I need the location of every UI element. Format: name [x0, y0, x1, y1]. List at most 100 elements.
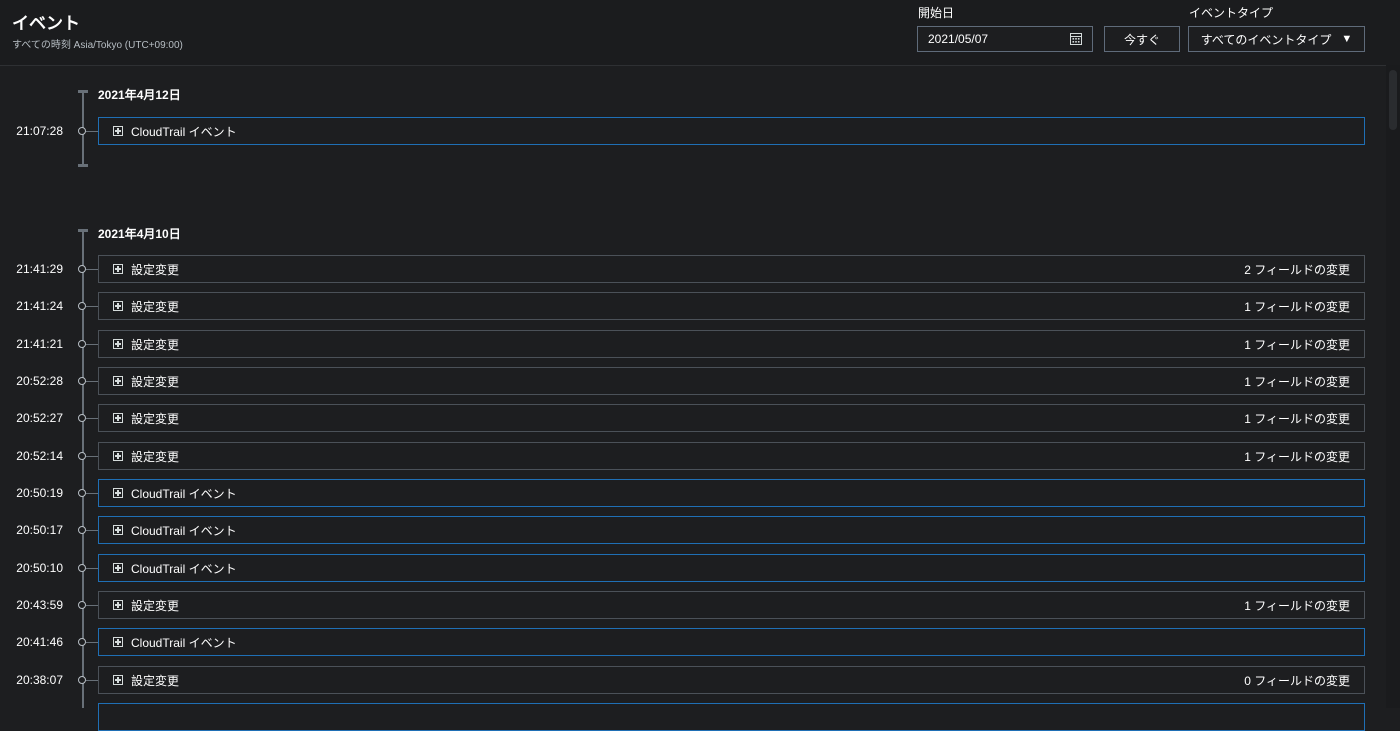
plus-square-icon[interactable] [113, 525, 123, 535]
event-time: 20:50:17 [16, 523, 63, 537]
timeline-node-icon [78, 414, 86, 422]
timeline-connector [86, 605, 98, 606]
plus-square-icon[interactable] [113, 339, 123, 349]
timeline-connector [86, 642, 98, 643]
timeline-connector [86, 381, 98, 382]
cloudtrail-event-row[interactable]: CloudTrail イベント [98, 516, 1365, 544]
config-change-row[interactable]: 設定変更 0 フィールドの変更 [98, 666, 1365, 694]
config-change-row[interactable]: 設定変更 1 フィールドの変更 [98, 591, 1365, 619]
timeline-connector [86, 269, 98, 270]
now-button[interactable]: 今すぐ [1104, 26, 1180, 52]
field-change-count: 1 フィールドの変更 [1244, 449, 1350, 464]
plus-square-icon[interactable] [113, 126, 123, 136]
plus-square-icon[interactable] [113, 413, 123, 423]
plus-square-icon[interactable] [113, 301, 123, 311]
timeline-node-icon [78, 489, 86, 497]
event-time: 21:41:21 [16, 337, 63, 351]
event-title: CloudTrail イベント [131, 561, 237, 576]
cloudtrail-event-row[interactable]: CloudTrail イベント [98, 479, 1365, 507]
plus-square-icon[interactable] [113, 675, 123, 685]
timeline-connector [86, 456, 98, 457]
plus-square-icon[interactable] [113, 637, 123, 647]
timeline-connector [86, 131, 98, 132]
scrollbar-thumb[interactable] [1389, 70, 1397, 130]
timeline-node-icon [78, 340, 86, 348]
timeline-cap [78, 229, 88, 232]
timeline-connector [86, 493, 98, 494]
config-change-row[interactable]: 設定変更 1 フィールドの変更 [98, 367, 1365, 395]
timeline-cap [78, 164, 88, 167]
plus-square-icon[interactable] [113, 451, 123, 461]
event-time: 21:41:29 [16, 262, 63, 276]
config-change-row[interactable]: 設定変更 2 フィールドの変更 [98, 255, 1365, 283]
event-title: CloudTrail イベント [131, 635, 237, 650]
timeline-node-icon [78, 302, 86, 310]
caret-down-icon: ▼ [1341, 33, 1353, 45]
plus-square-icon[interactable] [113, 488, 123, 498]
event-title: 設定変更 [131, 449, 180, 464]
field-change-count: 2 フィールドの変更 [1244, 262, 1350, 277]
field-change-count: 1 フィールドの変更 [1244, 299, 1350, 314]
event-title: CloudTrail イベント [131, 486, 237, 501]
event-title: CloudTrail イベント [131, 523, 237, 538]
event-title: CloudTrail イベント [131, 124, 237, 139]
event-time: 20:43:59 [16, 598, 63, 612]
plus-square-icon[interactable] [113, 563, 123, 573]
field-change-count: 1 フィールドの変更 [1244, 598, 1350, 613]
event-type-value: すべてのイベントタイプ [1200, 32, 1332, 47]
timeline-node-icon [78, 526, 86, 534]
config-change-row[interactable]: 設定変更 1 フィールドの変更 [98, 442, 1365, 470]
timeline-node-icon [78, 377, 86, 385]
timeline-node-icon [78, 127, 86, 135]
config-change-row[interactable]: 設定変更 1 フィールドの変更 [98, 330, 1365, 358]
cloudtrail-event-row-partial[interactable] [98, 703, 1365, 731]
event-time: 21:07:28 [16, 124, 63, 138]
timeline-connector [86, 568, 98, 569]
field-change-count: 1 フィールドの変更 [1244, 411, 1350, 426]
start-date-label: 開始日 [918, 6, 955, 20]
event-title: 設定変更 [131, 598, 180, 613]
config-change-row[interactable]: 設定変更 1 フィールドの変更 [98, 292, 1365, 320]
field-change-count: 0 フィールドの変更 [1244, 673, 1350, 688]
page-header: イベント すべての時刻 Asia/Tokyo (UTC+09:00) 開始日 2… [0, 0, 1400, 66]
cloudtrail-event-row[interactable]: CloudTrail イベント [98, 628, 1365, 656]
event-title: 設定変更 [131, 673, 180, 688]
timeline-connector [86, 344, 98, 345]
timeline-connector [86, 530, 98, 531]
day-label: 2021年4月12日 [98, 88, 181, 102]
event-title: 設定変更 [131, 411, 180, 426]
event-type-label: イベントタイプ [1189, 6, 1274, 20]
start-date-input[interactable]: 2021/05/07 [917, 26, 1093, 52]
scrollbar[interactable] [1386, 65, 1400, 708]
event-time: 20:38:07 [16, 673, 63, 687]
timeline-node-icon [78, 601, 86, 609]
timeline-connector [86, 418, 98, 419]
timeline-node-icon [78, 265, 86, 273]
timeline-cap [78, 90, 88, 93]
timeline-node-icon [78, 638, 86, 646]
plus-square-icon[interactable] [113, 600, 123, 610]
cloudtrail-event-row[interactable]: CloudTrail イベント [98, 117, 1365, 145]
event-title: 設定変更 [131, 299, 180, 314]
event-time: 20:52:27 [16, 411, 63, 425]
field-change-count: 1 フィールドの変更 [1244, 337, 1350, 352]
plus-square-icon[interactable] [113, 264, 123, 274]
timeline-node-icon [78, 564, 86, 572]
event-type-select[interactable]: すべてのイベントタイプ ▼ [1188, 26, 1365, 52]
timeline-node-icon [78, 676, 86, 684]
timeline-node-icon [78, 452, 86, 460]
timeline-connector [86, 306, 98, 307]
start-date-value: 2021/05/07 [928, 32, 989, 46]
event-time: 20:50:19 [16, 486, 63, 500]
cloudtrail-event-row[interactable]: CloudTrail イベント [98, 554, 1365, 582]
calendar-icon[interactable] [1070, 33, 1082, 45]
config-change-row[interactable]: 設定変更 1 フィールドの変更 [98, 404, 1365, 432]
plus-square-icon[interactable] [113, 376, 123, 386]
event-time: 20:41:46 [16, 635, 63, 649]
event-title: 設定変更 [131, 374, 180, 389]
event-time: 20:50:10 [16, 561, 63, 575]
day-label: 2021年4月10日 [98, 227, 181, 241]
event-title: 設定変更 [131, 262, 180, 277]
event-title: 設定変更 [131, 337, 180, 352]
event-time: 20:52:28 [16, 374, 63, 388]
